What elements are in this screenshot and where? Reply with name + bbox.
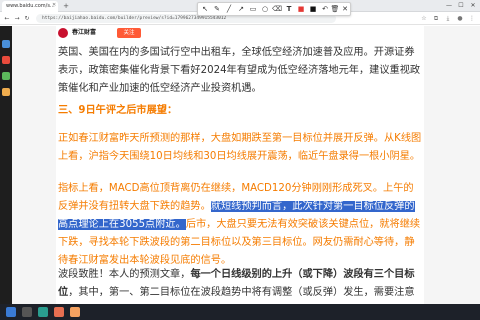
article-content: 春江财富 关注 英国、美国在内的多国试行空中出租车，全球低空经济加速普及应用。开… — [56, 26, 424, 320]
color-red-swatch[interactable]: ■ — [296, 4, 306, 15]
minimize-icon[interactable]: — — [444, 0, 454, 12]
rectangle-icon[interactable]: ▭ — [248, 4, 258, 15]
annotation-toolbar: ↖ ✎ ╱ ↗ ▭ ○ ⌫ T ■ ■ ↶ 🗑 ✕ — [197, 2, 351, 16]
bookmark-star-icon[interactable]: ☆ — [420, 14, 428, 23]
tab-title: www.baidu.com/s... — [6, 3, 55, 9]
browser-icon[interactable] — [38, 307, 48, 317]
text-icon[interactable]: T — [284, 4, 294, 15]
color-black-swatch[interactable]: ■ — [308, 4, 318, 15]
app-icon[interactable] — [2, 88, 10, 96]
follow-button[interactable]: 关注 — [117, 28, 141, 38]
downloads-icon[interactable]: ⤓ — [444, 14, 452, 23]
method-text: 波段致胜！本人的预测文章， — [58, 269, 191, 280]
forward-icon[interactable]: → — [13, 13, 21, 24]
new-tab-icon[interactable]: + — [62, 1, 70, 11]
pointer-icon[interactable]: ↖ — [200, 4, 210, 15]
arrow-icon[interactable]: ↗ — [236, 4, 246, 15]
line-icon[interactable]: ╱ — [224, 4, 234, 15]
paragraph-market-review: 正如春江财富昨天所预测的那样，大盘如期跌至第一目标位并展开反弹。从K线图上看，沪… — [58, 133, 422, 162]
extensions-icon[interactable]: ⧉ — [432, 14, 440, 23]
folder-icon[interactable] — [70, 307, 80, 317]
reload-icon[interactable]: ↻ — [23, 13, 31, 24]
paragraph-intro: 英国、美国在内的多国试行空中出租车，全球低空经济加速普及应用。开源证券表示，政策… — [58, 47, 421, 94]
clear-icon[interactable]: 🗑 — [330, 4, 340, 15]
app-icon[interactable] — [54, 307, 64, 317]
profile-icon[interactable]: ● — [456, 14, 464, 23]
start-icon[interactable] — [6, 307, 16, 317]
window-close-icon[interactable]: ✕ — [468, 0, 478, 12]
paragraph-outlook: 指标上看，MACD高位顶背离仍在继续，MACD120分钟刚刚形成死叉。上午的反弹… — [58, 180, 422, 270]
maximize-icon[interactable]: ☐ — [456, 0, 466, 12]
taskbar — [0, 304, 480, 320]
circle-icon[interactable]: ○ — [260, 4, 270, 15]
undo-icon[interactable]: ↶ — [320, 4, 330, 15]
app-icon[interactable] — [2, 72, 10, 80]
section-title: 三、9日午评之后市展望： — [58, 105, 178, 116]
pen-icon[interactable]: ✎ — [212, 4, 222, 15]
eraser-icon[interactable]: ⌫ — [272, 4, 282, 15]
menu-icon[interactable]: ⋮ — [468, 14, 476, 23]
app-icon[interactable] — [2, 56, 10, 64]
back-icon[interactable]: ← — [3, 13, 11, 24]
author-name[interactable]: 春江财富 — [72, 28, 96, 38]
tab-close-icon[interactable]: ✕ — [52, 1, 57, 10]
avatar[interactable] — [58, 28, 68, 38]
side-taskbar — [0, 26, 12, 320]
browser-tab[interactable]: www.baidu.com/s... — [2, 1, 58, 12]
search-icon[interactable] — [22, 307, 32, 317]
author-row: 春江财富 关注 — [56, 26, 424, 42]
close-icon[interactable]: ✕ — [340, 4, 350, 15]
app-icon[interactable] — [2, 40, 10, 48]
